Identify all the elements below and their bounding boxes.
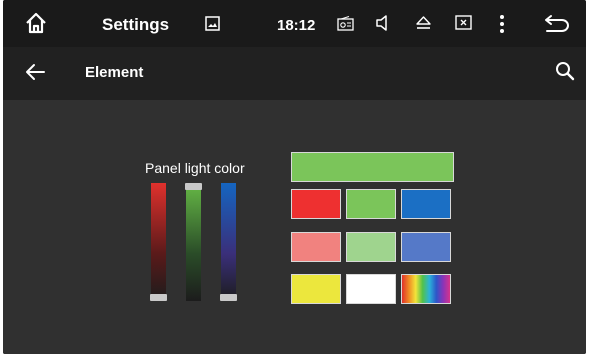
status-bar: Settings 18:12: [3, 0, 586, 47]
home-icon[interactable]: [24, 11, 48, 35]
device-screen: Settings 18:12 Element Panel light color: [3, 0, 586, 354]
swatch-yellow[interactable]: [291, 274, 341, 304]
swatch-light-green[interactable]: [346, 232, 396, 262]
close-window-icon[interactable]: [455, 15, 472, 31]
panel-light-color-label: Panel light color: [145, 160, 245, 176]
app-bar: Element: [3, 47, 586, 100]
status-bar-title: Settings: [102, 15, 170, 34]
eject-icon[interactable]: [415, 15, 432, 31]
blue-slider[interactable]: [220, 183, 237, 301]
red-slider-thumb[interactable]: [150, 294, 167, 301]
swatch-light-red[interactable]: [291, 232, 341, 262]
swatch-rainbow[interactable]: [401, 274, 451, 304]
swatch-blue[interactable]: [401, 189, 451, 219]
swatch-light-blue[interactable]: [401, 232, 451, 262]
swatch-white[interactable]: [346, 274, 396, 304]
selected-color-preview[interactable]: [291, 152, 454, 182]
gallery-icon[interactable]: [205, 16, 220, 31]
swatch-red[interactable]: [291, 189, 341, 219]
green-slider-thumb[interactable]: [185, 183, 202, 190]
swatch-green[interactable]: [346, 189, 396, 219]
page-title: Element: [85, 64, 144, 81]
arrow-back-icon[interactable]: [25, 63, 45, 81]
radio-icon[interactable]: [337, 16, 354, 31]
green-slider[interactable]: [185, 183, 202, 301]
red-slider[interactable]: [150, 183, 167, 301]
search-icon[interactable]: [555, 61, 575, 81]
back-icon[interactable]: [544, 14, 570, 32]
volume-icon[interactable]: [375, 14, 391, 32]
content-area: Panel light color: [3, 100, 586, 354]
clock: 18:12: [277, 17, 316, 34]
blue-slider-thumb[interactable]: [220, 294, 237, 301]
more-vert-icon[interactable]: [499, 14, 505, 34]
